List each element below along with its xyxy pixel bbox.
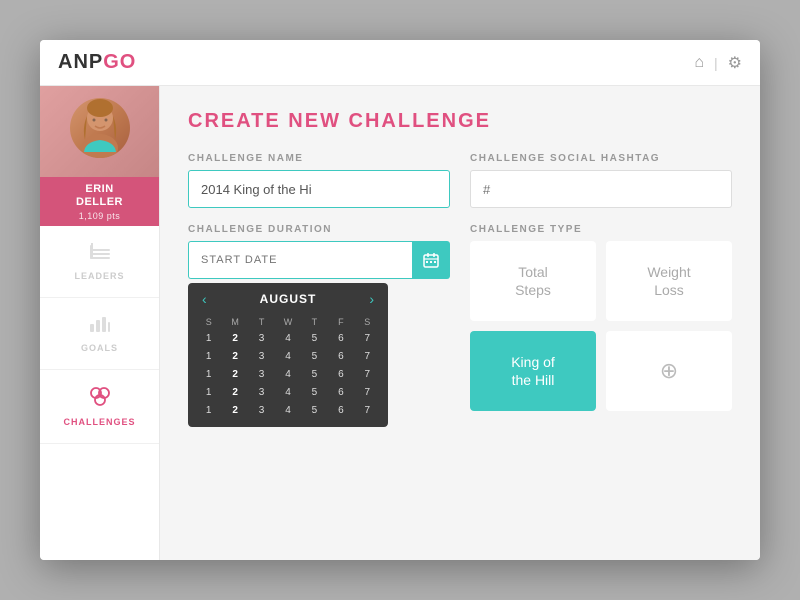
cal-day[interactable]: 2 (222, 330, 247, 347)
cal-day[interactable]: 3 (249, 384, 274, 401)
hashtag-label: CHALLENGE SOCIAL HASHTAG (470, 153, 732, 164)
main-layout: ERIN DELLER 1,109 pts (40, 86, 760, 560)
cal-header-s2: S (355, 315, 380, 329)
cal-day[interactable]: 4 (275, 348, 300, 365)
cal-day[interactable]: 5 (302, 330, 327, 347)
add-type-icon: ⊕ (660, 357, 678, 386)
cal-day[interactable]: 3 (249, 330, 274, 347)
sidebar-item-leaders[interactable]: LEADERS (40, 226, 159, 298)
calendar-month: AUGUST (260, 292, 317, 306)
challenge-name-label: CHALLENGE NAME (188, 153, 450, 164)
cal-day[interactable]: 4 (275, 330, 300, 347)
cal-day[interactable]: 6 (328, 384, 353, 401)
cal-day[interactable]: 1 (196, 384, 221, 401)
calendar-header: ‹ AUGUST › (196, 291, 380, 307)
sidebar: ERIN DELLER 1,109 pts (40, 86, 160, 560)
modal: ANPGO ⌂ | ⚙ (40, 40, 760, 560)
leaders-icon (89, 242, 111, 266)
cal-day[interactable]: 3 (249, 348, 274, 365)
profile-points: 1,109 pts (44, 211, 155, 221)
cal-day[interactable]: 7 (355, 330, 380, 347)
page-title: CREATE NEW CHALLENGE (188, 110, 732, 133)
challenges-label: CHALLENGES (63, 417, 135, 427)
cal-day[interactable]: 3 (249, 402, 274, 419)
duration-type-row: CHALLENGE DURATION (188, 224, 732, 427)
cal-day[interactable]: 7 (355, 402, 380, 419)
top-bar: ANPGO ⌂ | ⚙ (40, 40, 760, 86)
form-row-1: CHALLENGE NAME CHALLENGE SOCIAL HASHTAG (188, 153, 732, 208)
cal-day[interactable]: 6 (328, 366, 353, 383)
cal-day[interactable]: 6 (328, 330, 353, 347)
home-icon[interactable]: ⌂ (694, 54, 704, 72)
profile-name-line2: DELLER (44, 196, 155, 209)
sidebar-item-challenges[interactable]: CHALLENGES (40, 370, 159, 444)
calendar-next-button[interactable]: › (365, 291, 378, 307)
cal-header-t1: T (249, 315, 274, 329)
cal-day[interactable]: 4 (275, 402, 300, 419)
cal-day[interactable]: 2 (222, 348, 247, 365)
leaders-label: LEADERS (74, 271, 124, 281)
start-date-calendar-button[interactable] (412, 241, 450, 279)
cal-day[interactable]: 1 (196, 330, 221, 347)
cal-day[interactable]: 7 (355, 384, 380, 401)
date-picker-calendar: ‹ AUGUST › S M T W T F S (188, 283, 388, 427)
settings-icon[interactable]: ⚙ (728, 53, 742, 73)
profile-background: ERIN DELLER 1,109 pts (40, 86, 159, 226)
cal-day[interactable]: 5 (302, 366, 327, 383)
calendar-prev-button[interactable]: ‹ (198, 291, 211, 307)
calendar-grid: S M T W T F S 1 2 3 4 5 (196, 315, 380, 419)
start-date-row (188, 241, 450, 279)
challenge-type-grid: TotalSteps WeightLoss King ofthe Hill ⊕ (470, 241, 732, 411)
cal-day[interactable]: 2 (222, 366, 247, 383)
goals-icon (89, 314, 111, 338)
cal-day[interactable]: 6 (328, 402, 353, 419)
cal-day[interactable]: 1 (196, 366, 221, 383)
cal-day[interactable]: 5 (302, 348, 327, 365)
content-area: CREATE NEW CHALLENGE CHALLENGE NAME CHAL… (160, 86, 760, 560)
cal-header-w: W (275, 315, 300, 329)
goals-label: GOALS (81, 343, 118, 353)
challenge-name-group: CHALLENGE NAME (188, 153, 450, 208)
duration-group: CHALLENGE DURATION (188, 224, 450, 427)
logo: ANPGO (58, 51, 136, 74)
profile-section: ERIN DELLER 1,109 pts (40, 86, 159, 226)
type-card-total-steps[interactable]: TotalSteps (470, 241, 596, 321)
cal-day[interactable]: 7 (355, 348, 380, 365)
cal-header-m: M (222, 315, 247, 329)
divider: | (714, 55, 718, 71)
sidebar-item-goals[interactable]: GOALS (40, 298, 159, 370)
challenge-type-label: CHALLENGE TYPE (470, 224, 732, 235)
cal-day[interactable]: 5 (302, 402, 327, 419)
duration-label: CHALLENGE DURATION (188, 224, 450, 235)
challenge-name-input[interactable] (188, 170, 450, 208)
cal-day[interactable]: 5 (302, 384, 327, 401)
challenge-type-group: CHALLENGE TYPE TotalSteps WeightLoss Kin… (470, 224, 732, 427)
cal-header-f: F (328, 315, 353, 329)
cal-day[interactable]: 4 (275, 384, 300, 401)
cal-day[interactable]: 4 (275, 366, 300, 383)
challenges-icon (89, 386, 111, 412)
cal-day[interactable]: 7 (355, 366, 380, 383)
cal-day[interactable]: 1 (196, 402, 221, 419)
cal-day[interactable]: 1 (196, 348, 221, 365)
cal-header-t2: T (302, 315, 327, 329)
cal-day[interactable]: 2 (222, 402, 247, 419)
hashtag-input[interactable] (470, 170, 732, 208)
cal-day[interactable]: 6 (328, 348, 353, 365)
cal-day[interactable]: 3 (249, 366, 274, 383)
hashtag-group: CHALLENGE SOCIAL HASHTAG (470, 153, 732, 208)
cal-header-s1: S (196, 315, 221, 329)
profile-name-block: ERIN DELLER 1,109 pts (40, 177, 159, 226)
top-icons: ⌂ | ⚙ (694, 53, 742, 73)
type-card-weight-loss[interactable]: WeightLoss (606, 241, 732, 321)
type-card-king-of-hill[interactable]: King ofthe Hill (470, 331, 596, 411)
start-date-input[interactable] (188, 241, 412, 279)
profile-name-line1: ERIN (44, 183, 155, 196)
avatar (70, 98, 130, 158)
cal-day[interactable]: 2 (222, 384, 247, 401)
type-card-add-new[interactable]: ⊕ (606, 331, 732, 411)
